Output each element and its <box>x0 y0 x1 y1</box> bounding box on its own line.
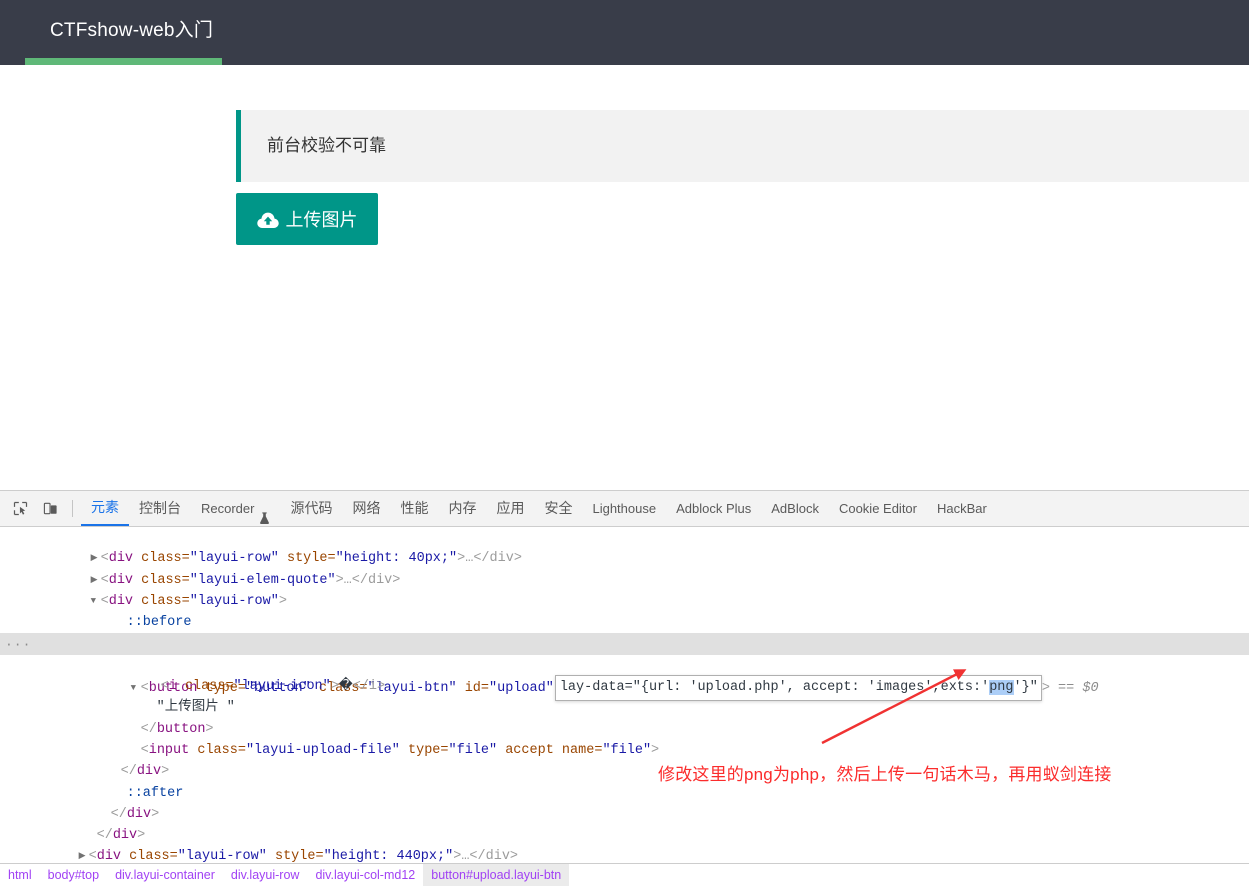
tab-security-label: 安全 <box>544 500 573 516</box>
tab-hackbar-label: HackBar <box>937 501 987 516</box>
tab-recorder-label: Recorder <box>201 501 255 516</box>
breadcrumb-item-container[interactable]: div.layui-container <box>107 864 223 886</box>
dom-line-col-md12-open[interactable]: ▼<div class="layui-col-md12"> <box>0 612 1249 651</box>
notice-quote-block: 前台校验不可靠 <box>236 110 1249 182</box>
attr-name-style-last: style= <box>266 849 324 863</box>
annotation-note: 修改这里的png为php，然后上传一句话木马，再用蚁剑连接 <box>658 765 1112 784</box>
upload-image-button[interactable]: 上传图片 <box>236 193 378 245</box>
tab-adblock-label: AdBlock <box>771 501 819 516</box>
tab-memory[interactable]: 内存 <box>438 491 486 526</box>
tab-memory-label: 内存 <box>448 500 477 516</box>
tab-lighthouse-label: Lighthouse <box>592 501 657 516</box>
flask-icon <box>259 503 270 524</box>
tab-adblock-plus-label: Adblock Plus <box>676 501 752 516</box>
devtools-toolbar: 元素 控制台 Recorder 源代码 网络 性能 内存 应用 安全 Light… <box>0 491 1249 527</box>
breadcrumb: html body#top div.layui-container div.la… <box>0 863 1249 886</box>
header-progress-bar <box>25 58 222 65</box>
tab-application[interactable]: 应用 <box>486 491 534 526</box>
tab-recorder[interactable]: Recorder <box>191 491 280 526</box>
tab-elements-label: 元素 <box>91 499 119 515</box>
attr-value-style-last: "height: 440px;" <box>323 849 454 863</box>
breadcrumb-item-html[interactable]: html <box>0 864 40 886</box>
layui-container: 前台校验不可靠 上传图片 <box>236 110 1249 245</box>
tab-cookie-editor[interactable]: Cookie Editor <box>829 491 927 526</box>
breadcrumb-item-col[interactable]: div.layui-col-md12 <box>307 864 423 886</box>
dom-line-input-file[interactable]: <input class="layui-upload-file" type="f… <box>0 719 1249 758</box>
tab-performance-label: 性能 <box>400 500 429 516</box>
dom-line-before-pseudo[interactable]: ::before <box>0 591 1249 630</box>
tab-sources-label: 源代码 <box>290 500 333 516</box>
cloud-upload-icon <box>256 212 279 229</box>
breadcrumb-item-row[interactable]: div.layui-row <box>223 864 308 886</box>
more-options-icon[interactable]: ··· <box>5 634 31 655</box>
toolbar-divider <box>72 500 73 517</box>
dom-line-row-40[interactable]: ▶ <div class="layui-row" style="height: 4… <box>0 527 1249 566</box>
dom-line-elem-quote[interactable]: ▶ <div class="layui-elem-quote">…</div> <box>0 548 1249 588</box>
tab-application-label: 应用 <box>496 500 525 516</box>
dom-line-row-440[interactable]: ▶ <div class="layui-row" style="height: 4… <box>0 825 1249 863</box>
tab-adblock-plus[interactable]: Adblock Plus <box>666 491 761 526</box>
tab-network[interactable]: 网络 <box>342 491 390 526</box>
devtools-panel: 元素 控制台 Recorder 源代码 网络 性能 内存 应用 安全 Light… <box>0 490 1249 886</box>
tab-cookie-editor-label: Cookie Editor <box>838 501 917 516</box>
dom-line-text-node[interactable]: "上传图片 " <box>0 676 1249 715</box>
device-toolbar-icon[interactable] <box>36 496 64 522</box>
dom-line-row-open[interactable]: ▼ <div class="layui-row"> <box>0 570 1249 609</box>
breadcrumb-item-body[interactable]: body#top <box>40 864 107 886</box>
dom-line-icon-i[interactable]: <i class="layui-icon">�</i> <box>0 655 1249 694</box>
tab-elements[interactable]: 元素 <box>81 491 129 526</box>
inspect-element-icon[interactable] <box>6 496 34 522</box>
tab-console-label: 控制台 <box>139 500 181 516</box>
tab-lighthouse[interactable]: Lighthouse <box>582 491 666 526</box>
website-viewport: CTFshow-web入门 前台校验不可靠 上传图片 <box>0 0 1249 490</box>
dom-line-row-440-close: >…</div> <box>453 849 519 863</box>
dom-line-button-close[interactable]: </button> <box>0 697 1249 737</box>
tab-hackbar[interactable]: HackBar <box>927 491 997 526</box>
breadcrumb-item-button[interactable]: button#upload.layui-btn <box>423 864 570 886</box>
dom-line-div-close-2[interactable]: </div> <box>0 783 1249 822</box>
upload-image-button-label: 上传图片 <box>285 210 358 230</box>
tab-adblock[interactable]: AdBlock <box>761 491 829 526</box>
tab-network-label: 网络 <box>352 500 381 516</box>
tab-security[interactable]: 安全 <box>534 491 582 526</box>
tab-performance[interactable]: 性能 <box>390 491 438 526</box>
dom-tree[interactable]: ▼<div class=<div class="layui-container"… <box>0 527 1249 863</box>
notice-quote-text: 前台校验不可靠 <box>267 136 386 155</box>
site-header: CTFshow-web入门 <box>0 0 1249 65</box>
tab-console[interactable]: 控制台 <box>129 491 191 526</box>
attr-value-class-last: "layui-row" <box>177 849 267 863</box>
dom-line-button-selected[interactable]: ··· ▼ <button type="button" class="layui-… <box>0 633 1249 702</box>
dom-line-div-close-1[interactable]: </div> <box>0 740 1249 779</box>
dom-line-div-close-3[interactable]: </div> <box>0 804 1249 843</box>
tab-sources[interactable]: 源代码 <box>280 491 342 526</box>
page-title: CTFshow-web入门 <box>50 20 214 41</box>
